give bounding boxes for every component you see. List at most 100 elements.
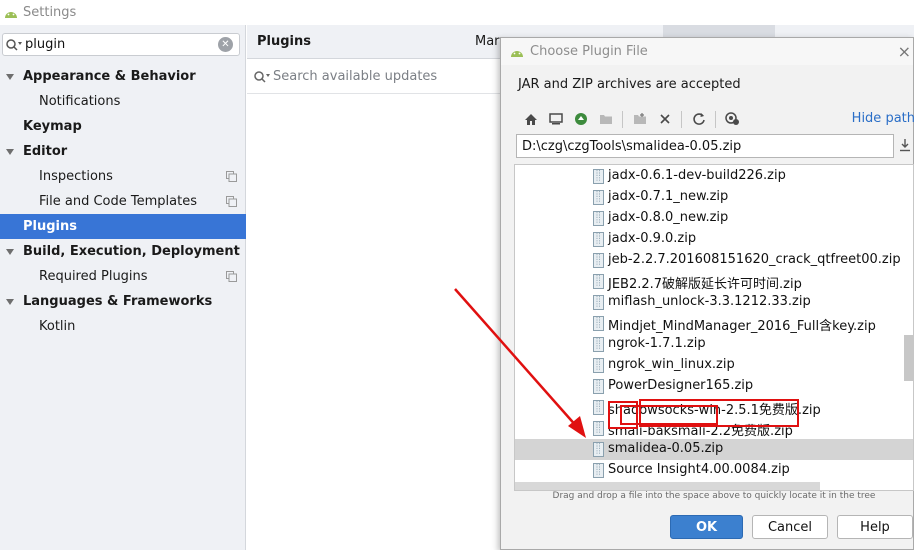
desktop-icon[interactable] — [543, 109, 568, 129]
sidebar-item-label: Notifications — [39, 94, 121, 109]
sidebar-item-build-execution-deployment[interactable]: Build, Execution, Deployment — [0, 239, 246, 264]
sidebar-item-appearance-behavior[interactable]: Appearance & Behavior — [0, 64, 246, 89]
home-icon[interactable] — [518, 109, 543, 129]
horizontal-scrollbar[interactable] — [515, 482, 820, 490]
zip-file-icon — [593, 253, 604, 268]
file-list-item[interactable]: smalidea-0.05.zip — [515, 439, 913, 460]
updates-search[interactable]: Search available updates — [247, 60, 502, 94]
zip-file-icon — [593, 358, 604, 373]
clear-search-icon[interactable]: ✕ — [218, 37, 233, 52]
hide-path-link[interactable]: Hide path — [852, 111, 914, 126]
file-name: ngrok_win_linux.zip — [608, 357, 735, 372]
file-list-item[interactable]: ngrok_win_linux.zip — [515, 355, 913, 376]
sidebar-item-label: Required Plugins — [39, 269, 148, 284]
new-folder-icon[interactable] — [627, 109, 652, 129]
file-list-item[interactable]: jadx-0.6.1-dev-build226.zip — [515, 166, 913, 187]
zip-file-icon — [593, 421, 604, 436]
sidebar-item-label: File and Code Templates — [39, 194, 197, 209]
file-list-item[interactable]: Mindjet_MindManager_2016_Full含key.zip — [515, 313, 913, 334]
sidebar-item-kotlin[interactable]: Kotlin — [0, 314, 246, 339]
zip-file-icon — [593, 463, 604, 478]
delete-icon[interactable] — [652, 109, 677, 129]
expand-arrow-icon[interactable] — [5, 247, 15, 257]
file-list-item[interactable]: ngrok-1.7.1.zip — [515, 334, 913, 355]
zip-file-icon — [593, 400, 604, 415]
zip-file-icon — [593, 190, 604, 205]
file-name: Source Insight4.00.0084.zip — [608, 462, 790, 477]
folder-icon[interactable] — [593, 109, 618, 129]
zip-file-icon — [593, 442, 604, 457]
file-name: jadx-0.8.0_new.zip — [608, 210, 729, 225]
settings-search-input[interactable] — [25, 37, 205, 52]
zip-file-icon — [593, 211, 604, 226]
sidebar-item-editor[interactable]: Editor — [0, 139, 246, 164]
file-list-item[interactable]: jadx-0.8.0_new.zip — [515, 208, 913, 229]
dialog-description: JAR and ZIP archives are accepted — [518, 77, 741, 92]
toolbar-separator — [622, 110, 623, 128]
settings-sidebar: ✕ Appearance & Behavior Notifications Keym… — [0, 25, 246, 550]
project-level-icon — [226, 271, 237, 282]
project-level-icon — [226, 171, 237, 182]
cancel-button[interactable]: Cancel — [752, 515, 828, 539]
file-list-item[interactable]: jadx-0.7.1_new.zip — [515, 187, 913, 208]
help-button[interactable]: Help — [837, 515, 913, 539]
zip-file-icon — [593, 379, 604, 394]
sidebar-item-label: Plugins — [23, 219, 77, 234]
vertical-scrollbar[interactable] — [904, 335, 913, 381]
expand-arrow-icon[interactable] — [5, 72, 15, 82]
file-list-item[interactable]: JEB2.2.7破解版延长许可时间.zip — [515, 271, 913, 292]
sidebar-item-inspections[interactable]: Inspections — [0, 164, 246, 189]
zip-file-icon — [593, 295, 604, 310]
download-icon[interactable] — [899, 138, 911, 152]
sidebar-item-label: Languages & Frameworks — [23, 294, 213, 309]
toolbar-separator — [715, 110, 716, 128]
file-list-item[interactable]: miflash_unlock-3.3.1212.33.zip — [515, 292, 913, 313]
settings-search-box[interactable]: ✕ — [2, 33, 240, 56]
tab-marketplace[interactable]: Mar — [475, 34, 500, 49]
search-icon[interactable] — [5, 37, 23, 53]
zip-file-icon — [593, 169, 604, 184]
close-icon[interactable]: × — [898, 42, 911, 61]
sidebar-item-file-and-code-templates[interactable]: File and Code Templates — [0, 189, 246, 214]
file-tree[interactable]: sqlcipher-3.0.1.zipSource Insight4.00.00… — [514, 164, 914, 491]
file-list-item[interactable]: Source Insight4.00.0084.zip — [515, 460, 913, 481]
search-icon — [254, 70, 270, 83]
dialog-title-bar: Choose Plugin File × — [501, 38, 913, 65]
file-name: jadx-0.7.1_new.zip — [608, 189, 729, 204]
refresh-icon[interactable] — [686, 109, 711, 129]
sidebar-item-label: Build, Execution, Deployment — [23, 244, 240, 259]
file-name: jadx-0.9.0.zip — [608, 231, 697, 246]
annotation-box — [620, 405, 718, 425]
sidebar-item-keymap[interactable]: Keymap — [0, 114, 246, 139]
android-icon — [5, 11, 17, 18]
sidebar-item-notifications[interactable]: Notifications — [0, 89, 246, 114]
show-hidden-icon[interactable] — [720, 109, 745, 129]
file-list-item[interactable]: jeb-2.2.7.201608151620_crack_qtfreet00.z… — [515, 250, 913, 271]
file-list-item[interactable]: PowerDesigner165.zip — [515, 376, 913, 397]
zip-file-icon — [593, 337, 604, 352]
sidebar-item-label: Appearance & Behavior — [23, 69, 196, 84]
zip-file-icon — [593, 316, 604, 331]
sidebar-item-languages-frameworks[interactable]: Languages & Frameworks — [0, 289, 246, 314]
file-list-item[interactable]: jadx-0.9.0.zip — [515, 229, 913, 250]
project-level-icon — [226, 196, 237, 207]
android-icon — [511, 50, 523, 57]
file-name: jeb-2.2.7.201608151620_crack_qtfreet00.z… — [608, 252, 901, 267]
ok-button[interactable]: OK — [670, 515, 743, 539]
expand-arrow-icon[interactable] — [5, 297, 15, 307]
window-title-bar: Settings — [0, 0, 914, 25]
choose-plugin-file-dialog: Choose Plugin File × JAR and ZIP archive… — [500, 37, 914, 550]
zip-file-icon — [593, 274, 604, 289]
dialog-title: Choose Plugin File — [530, 44, 648, 59]
page-title: Plugins — [257, 34, 311, 49]
expand-arrow-icon[interactable] — [5, 147, 15, 157]
sidebar-item-plugins[interactable]: Plugins — [0, 214, 246, 239]
drag-drop-hint: Drag and drop a file into the space abov… — [552, 491, 876, 501]
sidebar-item-label: Keymap — [23, 119, 82, 134]
file-name: miflash_unlock-3.3.1212.33.zip — [608, 294, 811, 309]
file-name: JEB2.2.7破解版延长许可时间.zip — [608, 277, 802, 292]
path-input[interactable]: D:\czg\czgTools\smalidea-0.05.zip — [516, 134, 894, 158]
sidebar-item-required-plugins[interactable]: Required Plugins — [0, 264, 246, 289]
project-icon[interactable] — [568, 109, 593, 129]
file-name: ngrok-1.7.1.zip — [608, 336, 706, 351]
